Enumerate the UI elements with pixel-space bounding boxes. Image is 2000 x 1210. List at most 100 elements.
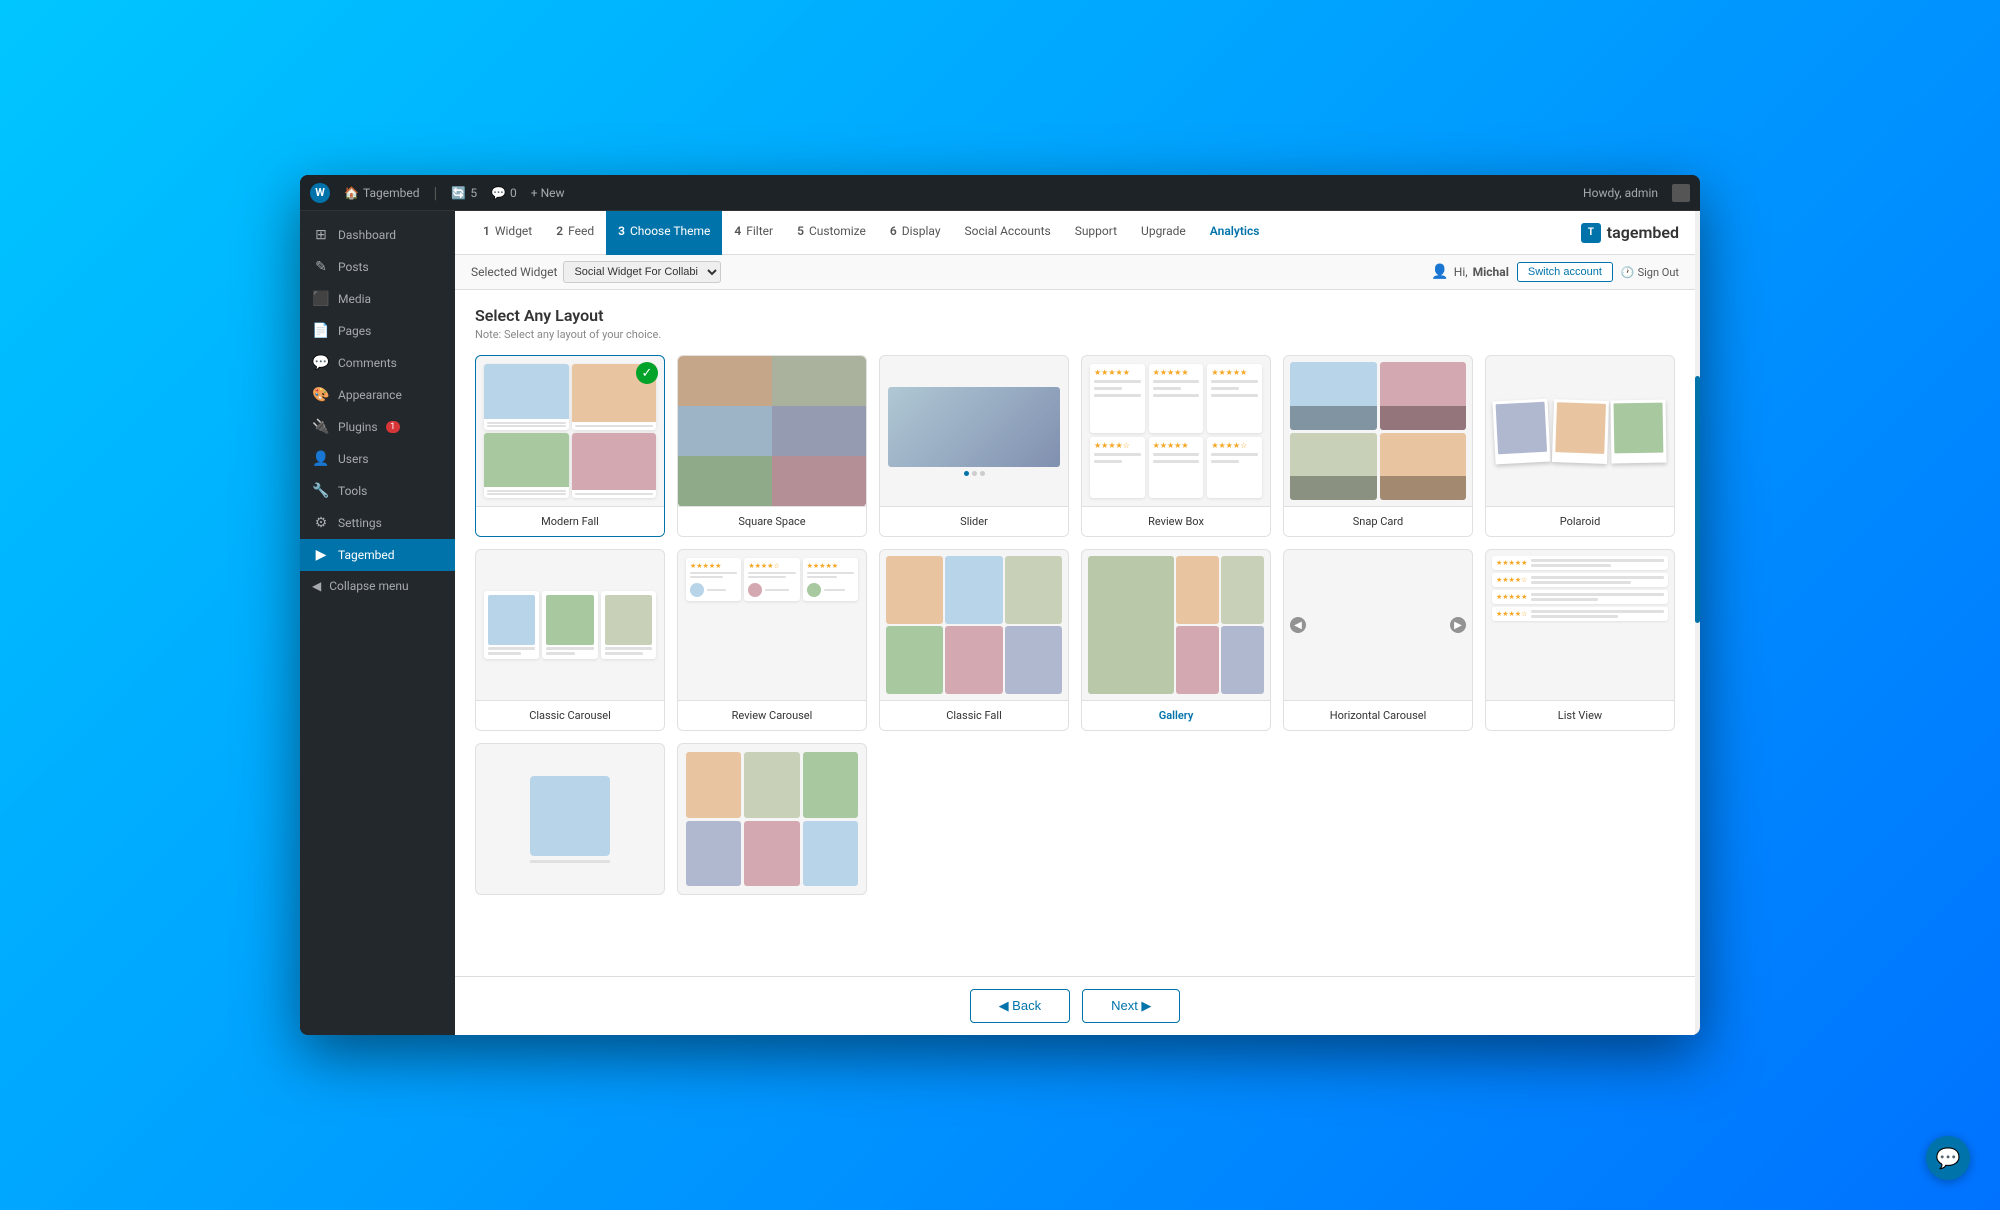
layout-card-review-carousel[interactable]: ★★★★★ ★★★★☆ ★★★★★ xyxy=(677,549,867,731)
step-label-choose-theme: Choose Theme xyxy=(630,224,710,238)
collapse-icon: ◀ xyxy=(312,579,321,593)
layout-card-square-space[interactable]: Square Space xyxy=(677,355,867,537)
step-label-support: Support xyxy=(1075,224,1117,238)
layout-card-slider[interactable]: Slider xyxy=(879,355,1069,537)
layout-label-gallery: Gallery xyxy=(1082,700,1270,730)
user-actions: 👤 Hi, Michal Switch account 🕐 Sign Out xyxy=(1431,262,1679,282)
site-name-link[interactable]: 🏠 Tagembed xyxy=(344,186,419,200)
step-filter[interactable]: 4Filter xyxy=(722,211,785,255)
step-display[interactable]: 6 Display xyxy=(878,211,953,255)
step-num-display: 6 xyxy=(890,224,897,238)
step-choose-theme[interactable]: 3Choose Theme xyxy=(606,211,722,255)
sidebar-item-settings[interactable]: ⚙ Settings xyxy=(300,507,455,539)
layout-preview-polaroid xyxy=(1486,356,1674,506)
step-widget[interactable]: 1Widget xyxy=(471,211,544,255)
layout-label-classic-fall: Classic Fall xyxy=(880,700,1068,730)
sign-out-button[interactable]: 🕐 Sign Out xyxy=(1621,266,1679,279)
layout-card-extra-1[interactable] xyxy=(475,743,665,895)
sidebar-item-posts[interactable]: ✎ Posts xyxy=(300,251,455,283)
step-social-accounts[interactable]: Social Accounts xyxy=(953,211,1063,255)
layout-label-square-space: Square Space xyxy=(678,506,866,536)
layout-card-review-box[interactable]: ★★★★★ ★★★★★ ★★★★★ ★★★★☆ ★★★★★ ★★★★☆ Revi… xyxy=(1081,355,1271,537)
layout-card-list-view[interactable]: ★★★★★ ★★★★☆ ★★★★★ ★★★★☆ List View xyxy=(1485,549,1675,731)
step-analytics[interactable]: Analytics xyxy=(1198,211,1272,255)
step-label-customize: Customize xyxy=(809,224,866,238)
sidebar-icon-tagembed: ▶ xyxy=(312,547,330,563)
sidebar-icon-dashboard: ⊞ xyxy=(312,227,330,243)
comments-link[interactable]: 💬 0 xyxy=(491,186,517,200)
step-label-analytics: Analytics xyxy=(1210,224,1260,238)
step-feed[interactable]: 2Feed xyxy=(544,211,606,255)
sidebar-item-pages[interactable]: 📄 Pages xyxy=(300,315,455,347)
chat-icon: 💬 xyxy=(1936,1146,1961,1170)
step-support[interactable]: Support xyxy=(1063,211,1129,255)
carousel-next-icon: ▶ xyxy=(1450,617,1466,633)
new-content-link[interactable]: + New xyxy=(531,186,565,200)
plugin-logo-text: tagembed xyxy=(1607,223,1679,242)
step-label-display: Display xyxy=(902,224,941,238)
next-button[interactable]: Next ▶ xyxy=(1082,989,1180,1023)
sidebar-item-users[interactable]: 👤 Users xyxy=(300,443,455,475)
layout-preview-horizontal-carousel: ◀ ▶ xyxy=(1284,550,1472,700)
updates-link[interactable]: 🔄 5 xyxy=(451,186,477,200)
widget-selector: Selected Widget Social Widget For Collab… xyxy=(471,261,721,283)
layout-card-classic-fall[interactable]: Classic Fall xyxy=(879,549,1069,731)
layout-label-classic-carousel: Classic Carousel xyxy=(476,700,664,730)
layout-card-polaroid[interactable]: Polaroid xyxy=(1485,355,1675,537)
chat-bubble-button[interactable]: 💬 xyxy=(1926,1136,1970,1180)
sidebar-item-tools[interactable]: 🔧 Tools xyxy=(300,475,455,507)
scrollbar[interactable] xyxy=(1695,211,1700,1035)
layout-preview-square-space xyxy=(678,356,866,506)
layout-preview-list-view: ★★★★★ ★★★★☆ ★★★★★ ★★★★☆ xyxy=(1486,550,1674,700)
sidebar-icon-comments: 💬 xyxy=(312,355,330,371)
step-num-filter: 4 xyxy=(734,224,741,238)
sidebar-label-settings: Settings xyxy=(338,516,382,530)
layout-preview-gallery xyxy=(1082,550,1270,700)
sidebar-item-plugins[interactable]: 🔌 Plugins 1 xyxy=(300,411,455,443)
updates-icon: 🔄 xyxy=(451,186,466,200)
sidebar-item-comments[interactable]: 💬 Comments xyxy=(300,347,455,379)
sidebar-item-appearance[interactable]: 🎨 Appearance xyxy=(300,379,455,411)
sidebar-item-dashboard[interactable]: ⊞ Dashboard xyxy=(300,219,455,251)
layout-preview-review-box: ★★★★★ ★★★★★ ★★★★★ ★★★★☆ ★★★★★ ★★★★☆ xyxy=(1082,356,1270,506)
back-button[interactable]: ◀ Back xyxy=(970,989,1071,1023)
sidebar-label-media: Media xyxy=(338,292,371,306)
collapse-menu-button[interactable]: ◀ Collapse menu xyxy=(300,571,455,601)
layout-card-classic-carousel[interactable]: Classic Carousel xyxy=(475,549,665,731)
layout-card-horizontal-carousel[interactable]: ◀ ▶ Horizontal Carousel xyxy=(1283,549,1473,731)
layout-preview-review-carousel: ★★★★★ ★★★★☆ ★★★★★ xyxy=(678,550,866,700)
layout-card-gallery[interactable]: Gallery xyxy=(1081,549,1271,731)
layout-label-snap-card: Snap Card xyxy=(1284,506,1472,536)
sidebar-icon-media: ⬛ xyxy=(312,291,330,307)
sidebar-icon-posts: ✎ xyxy=(312,259,330,275)
sidebar-item-media[interactable]: ⬛ Media xyxy=(300,283,455,315)
user-name: Michal xyxy=(1473,265,1509,279)
step-num-feed: 2 xyxy=(556,224,563,238)
scrollbar-thumb xyxy=(1695,376,1700,623)
sidebar-label-posts: Posts xyxy=(338,260,369,274)
wp-logo-icon[interactable]: W xyxy=(310,183,330,203)
layout-label-modern-fall: Modern Fall xyxy=(476,506,664,536)
widget-label: Selected Widget xyxy=(471,265,557,279)
layout-card-extra-2[interactable] xyxy=(677,743,867,895)
sidebar: ⊞ Dashboard ✎ Posts ⬛ Media 📄 Pages 💬 Co… xyxy=(300,211,455,1035)
widget-select-dropdown[interactable]: Social Widget For Collabi xyxy=(563,261,721,283)
step-customize[interactable]: 5Customize xyxy=(785,211,878,255)
section-title: Select Any Layout xyxy=(475,306,1675,325)
carousel-prev-icon: ◀ xyxy=(1290,617,1306,633)
sidebar-icon-pages: 📄 xyxy=(312,323,330,339)
layout-content: Select Any Layout Note: Select any layou… xyxy=(455,290,1695,976)
plugin-topbar: 1Widget2Feed3Choose Theme4Filter5Customi… xyxy=(455,211,1695,255)
sidebar-item-tagembed[interactable]: ▶ Tagembed xyxy=(300,539,455,571)
layout-card-snap-card[interactable]: Snap Card xyxy=(1283,355,1473,537)
step-label-widget: Widget xyxy=(495,224,532,238)
step-upgrade[interactable]: Upgrade xyxy=(1129,211,1198,255)
layout-card-modern-fall[interactable]: ✓ Modern Fall xyxy=(475,355,665,537)
layout-preview-extra-1 xyxy=(476,744,664,894)
selected-check-icon: ✓ xyxy=(636,362,658,384)
switch-account-button[interactable]: Switch account xyxy=(1517,262,1613,282)
section-note: Note: Select any layout of your choice. xyxy=(475,328,1675,341)
sidebar-label-plugins: Plugins xyxy=(338,420,378,434)
layout-preview-slider xyxy=(880,356,1068,506)
sidebar-label-dashboard: Dashboard xyxy=(338,228,396,242)
